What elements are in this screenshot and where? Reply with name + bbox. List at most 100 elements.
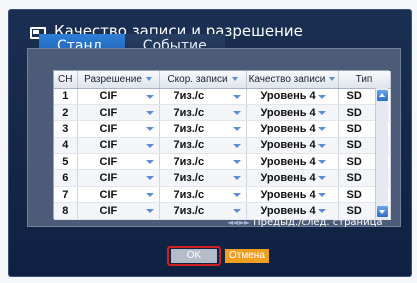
chevron-down-icon[interactable] bbox=[329, 77, 336, 82]
record-quality-value: Уровень 4 bbox=[260, 139, 316, 152]
record-quality-value: Уровень 4 bbox=[260, 172, 316, 185]
resolution-value: CIF bbox=[99, 155, 118, 168]
chevron-down-icon[interactable] bbox=[232, 143, 241, 148]
chevron-down-icon[interactable] bbox=[232, 127, 241, 132]
table-row: 4 CIF 7из./c Уровень 4 SD bbox=[54, 137, 391, 155]
dialog-buttons: OK Отмена bbox=[167, 246, 269, 266]
record-quality-select[interactable]: Уровень 4 bbox=[246, 169, 339, 187]
ok-button[interactable]: OK bbox=[171, 249, 217, 263]
channel-number: 7 bbox=[54, 186, 78, 204]
chevron-down-icon[interactable] bbox=[232, 94, 241, 99]
chevron-down-icon[interactable] bbox=[317, 127, 326, 132]
table-scrollbar[interactable] bbox=[375, 88, 388, 219]
channel-number: 4 bbox=[54, 137, 78, 155]
chevron-down-icon[interactable] bbox=[145, 143, 154, 148]
chevron-down-icon[interactable] bbox=[231, 77, 238, 82]
chevron-down-icon[interactable] bbox=[317, 143, 326, 148]
header-resolution[interactable]: Разрешение bbox=[77, 71, 160, 89]
resolution-select[interactable]: CIF bbox=[77, 88, 160, 105]
chevron-down-icon[interactable] bbox=[145, 77, 152, 82]
chevron-down-icon[interactable] bbox=[232, 160, 241, 165]
resolution-value: CIF bbox=[99, 122, 118, 135]
resolution-value: CIF bbox=[99, 188, 118, 201]
channel-number: 3 bbox=[54, 120, 78, 138]
chevron-down-icon[interactable] bbox=[232, 176, 241, 181]
resolution-select[interactable]: CIF bbox=[77, 153, 160, 171]
table-row: 5 CIF 7из./c Уровень 4 SD bbox=[54, 153, 391, 171]
record-speed-value: 7из./c bbox=[173, 139, 205, 152]
page-navigation-label: Предыд./след. страница bbox=[253, 216, 383, 228]
record-speed-select[interactable]: 7из./c bbox=[159, 137, 247, 155]
chevron-down-icon[interactable] bbox=[145, 176, 154, 181]
chevron-down-icon[interactable] bbox=[145, 209, 154, 214]
page-arrows-icon[interactable]: ◄◄ ►► bbox=[227, 218, 250, 227]
chevron-down-icon[interactable] bbox=[145, 127, 154, 132]
chevron-down-icon[interactable] bbox=[232, 110, 241, 115]
record-speed-value: 7из./c bbox=[173, 106, 205, 119]
channel-number: 2 bbox=[54, 104, 78, 122]
header-type: Тип bbox=[338, 71, 391, 89]
resolution-select[interactable]: CIF bbox=[77, 186, 160, 204]
resolution-select[interactable]: CIF bbox=[77, 137, 160, 155]
record-speed-value: 7из./c bbox=[173, 188, 205, 201]
table-row: 6 CIF 7из./c Уровень 4 SD bbox=[54, 169, 391, 187]
chevron-down-icon[interactable] bbox=[317, 209, 326, 214]
record-speed-value: 7из./c bbox=[173, 90, 205, 103]
chevron-down-icon[interactable] bbox=[145, 192, 154, 197]
record-speed-select[interactable]: 7из./c bbox=[159, 186, 247, 204]
resolution-value: CIF bbox=[99, 106, 118, 119]
chevron-down-icon[interactable] bbox=[317, 110, 326, 115]
record-quality-select[interactable]: Уровень 4 bbox=[246, 120, 339, 138]
channel-number: 1 bbox=[54, 88, 78, 105]
chevron-down-icon[interactable] bbox=[145, 110, 154, 115]
cancel-button[interactable]: Отмена bbox=[225, 249, 269, 263]
record-quality-value: Уровень 4 bbox=[260, 155, 316, 168]
table-row: 2 CIF 7из./c Уровень 4 SD bbox=[54, 104, 391, 122]
chevron-down-icon[interactable] bbox=[145, 94, 154, 99]
scroll-up-button[interactable] bbox=[377, 90, 388, 101]
table-row: 7 CIF 7из./c Уровень 4 SD bbox=[54, 186, 391, 204]
chevron-down-icon[interactable] bbox=[232, 192, 241, 197]
channel-number: 6 bbox=[54, 169, 78, 187]
record-speed-value: 7из./c bbox=[173, 204, 205, 217]
resolution-select[interactable]: CIF bbox=[77, 120, 160, 138]
channel-number: 8 bbox=[54, 202, 78, 220]
record-quality-select[interactable]: Уровень 4 bbox=[246, 137, 339, 155]
record-speed-value: 7из./c bbox=[173, 155, 205, 168]
record-speed-select[interactable]: 7из./c bbox=[159, 104, 247, 122]
resolution-value: CIF bbox=[99, 139, 118, 152]
page-navigation[interactable]: ◄◄ ►► Предыд./след. страница bbox=[227, 216, 383, 228]
record-speed-select[interactable]: 7из./c bbox=[159, 153, 247, 171]
chevron-down-icon[interactable] bbox=[317, 192, 326, 197]
record-speed-select[interactable]: 7из./c bbox=[159, 169, 247, 187]
header-ch: CH bbox=[54, 71, 78, 89]
record-quality-value: Уровень 4 bbox=[260, 106, 316, 119]
resolution-value: CIF bbox=[99, 204, 118, 217]
table-row: 1 CIF 7из./c Уровень 4 SD bbox=[54, 88, 391, 105]
record-quality-select[interactable]: Уровень 4 bbox=[246, 88, 339, 105]
record-speed-select[interactable]: 7из./c bbox=[159, 120, 247, 138]
chevron-down-icon[interactable] bbox=[317, 176, 326, 181]
record-quality-select[interactable]: Уровень 4 bbox=[246, 104, 339, 122]
chevron-down-icon[interactable] bbox=[317, 94, 326, 99]
resolution-value: CIF bbox=[99, 90, 118, 103]
record-speed-value: 7из./c bbox=[173, 172, 205, 185]
record-speed-value: 7из./c bbox=[173, 122, 205, 135]
record-speed-select[interactable]: 7из./c bbox=[159, 88, 247, 105]
chevron-down-icon[interactable] bbox=[317, 160, 326, 165]
header-speed[interactable]: Скор. записи bbox=[159, 71, 247, 89]
resolution-value: CIF bbox=[99, 172, 118, 185]
record-quality-select[interactable]: Уровень 4 bbox=[246, 186, 339, 204]
resolution-select[interactable]: CIF bbox=[77, 104, 160, 122]
table-header-row: CH Разрешение Скор. записи Качество запи… bbox=[54, 71, 391, 89]
resolution-select[interactable]: CIF bbox=[77, 202, 160, 220]
record-quality-value: Уровень 4 bbox=[260, 122, 316, 135]
resolution-select[interactable]: CIF bbox=[77, 169, 160, 187]
header-quality[interactable]: Качество записи bbox=[246, 71, 339, 89]
table-row: 3 CIF 7из./c Уровень 4 SD bbox=[54, 120, 391, 138]
record-quality-value: Уровень 4 bbox=[260, 188, 316, 201]
record-quality-select[interactable]: Уровень 4 bbox=[246, 153, 339, 171]
chevron-down-icon[interactable] bbox=[232, 209, 241, 214]
chevron-down-icon[interactable] bbox=[145, 160, 154, 165]
record-quality-value: Уровень 4 bbox=[260, 90, 316, 103]
